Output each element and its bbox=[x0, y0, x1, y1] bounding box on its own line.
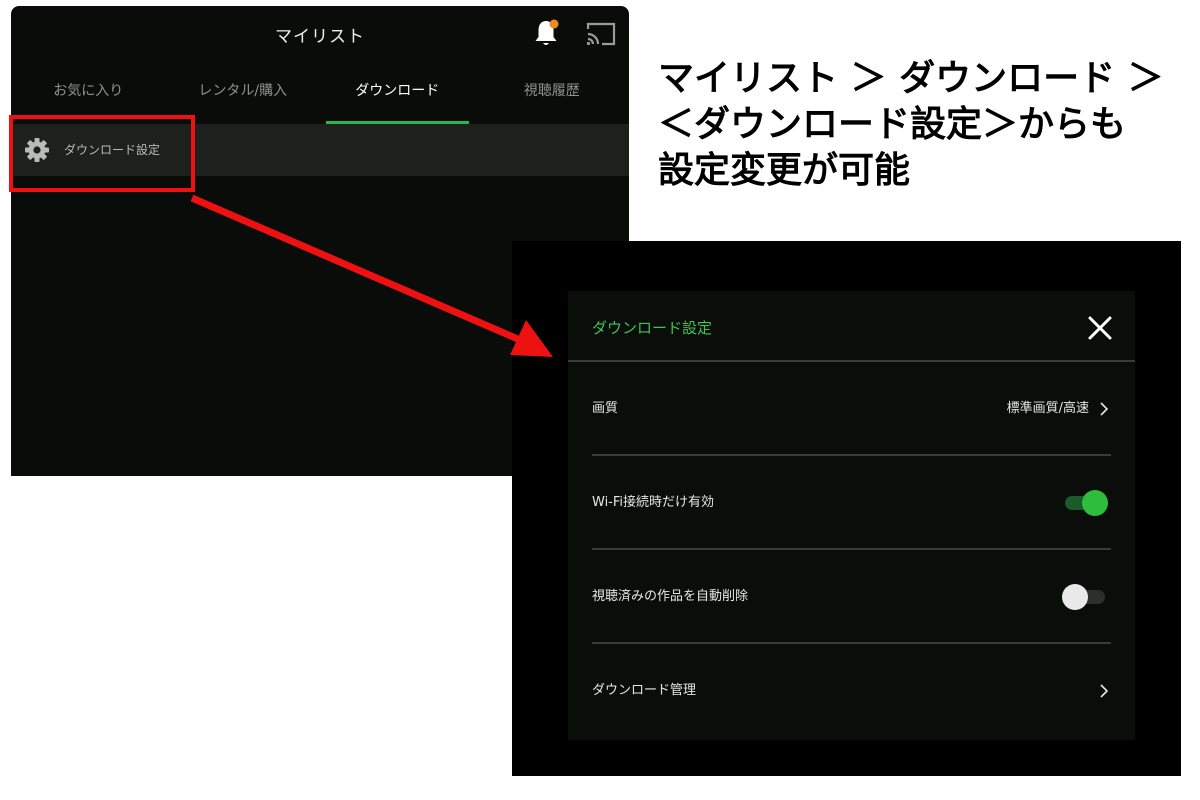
tab-label: ダウンロード bbox=[355, 83, 440, 99]
setting-label: ダウンロード管理 bbox=[592, 683, 697, 698]
toggle-knob bbox=[1062, 584, 1088, 610]
callout-line: マイリスト ＞ ダウンロード ＞ bbox=[658, 58, 1164, 99]
dialog-title: ダウンロード設定 bbox=[592, 319, 713, 337]
app-bar: マイリスト bbox=[11, 6, 629, 64]
highlight-box bbox=[9, 115, 195, 192]
notification-dot bbox=[549, 19, 559, 29]
tab-download[interactable]: ダウンロード bbox=[320, 66, 475, 126]
chevron-right-icon bbox=[1100, 684, 1109, 698]
tab-history[interactable]: 視聴履歴 bbox=[475, 66, 630, 126]
tab-label: お気に入り bbox=[53, 83, 124, 99]
setting-row-auto-delete: 視聴済みの作品を自動削除 bbox=[592, 550, 1111, 644]
tutorial-canvas: マイリスト お気に入り レンタル/購入 ダウンロード 視聴履歴 ダウンロード設定… bbox=[0, 0, 1200, 800]
close-icon[interactable] bbox=[1086, 314, 1114, 342]
chevron-right-icon bbox=[1100, 402, 1109, 416]
setting-row-wifi-only: Wi-Fi接続時だけ有効 bbox=[592, 456, 1111, 550]
setting-label: 画質 bbox=[592, 401, 619, 416]
setting-label: Wi-Fi接続時だけ有効 bbox=[592, 495, 715, 510]
callout-line: 設定変更が可能 bbox=[658, 150, 911, 191]
wifi-only-toggle[interactable] bbox=[1062, 490, 1108, 516]
setting-row-quality[interactable]: 画質 標準画質/高速 bbox=[592, 362, 1111, 456]
setting-value: 標準画質/高速 bbox=[1006, 401, 1089, 416]
download-settings-dialog: ダウンロード設定 画質 標準画質/高速 Wi-Fi接続時だけ有効 視聴済みの作品… bbox=[568, 291, 1135, 740]
cast-icon[interactable] bbox=[584, 20, 618, 48]
callout-text: マイリスト ＞ ダウンロード ＞ ＜ダウンロード設定＞からも 設定変更が可能 bbox=[658, 56, 1178, 194]
toggle-knob bbox=[1082, 490, 1108, 516]
setting-label: 視聴済みの作品を自動削除 bbox=[592, 589, 749, 604]
tab-label: レンタル/購入 bbox=[198, 83, 288, 99]
bell-icon[interactable] bbox=[532, 18, 560, 48]
download-settings-screen: ダウンロード設定 画質 標準画質/高速 Wi-Fi接続時だけ有効 視聴済みの作品… bbox=[512, 241, 1181, 776]
tab-label: 視聴履歴 bbox=[523, 83, 580, 99]
callout-line: ＜ダウンロード設定＞からも bbox=[658, 104, 1127, 145]
auto-delete-toggle[interactable] bbox=[1062, 584, 1108, 610]
setting-row-download-management[interactable]: ダウンロード管理 bbox=[592, 644, 1111, 738]
